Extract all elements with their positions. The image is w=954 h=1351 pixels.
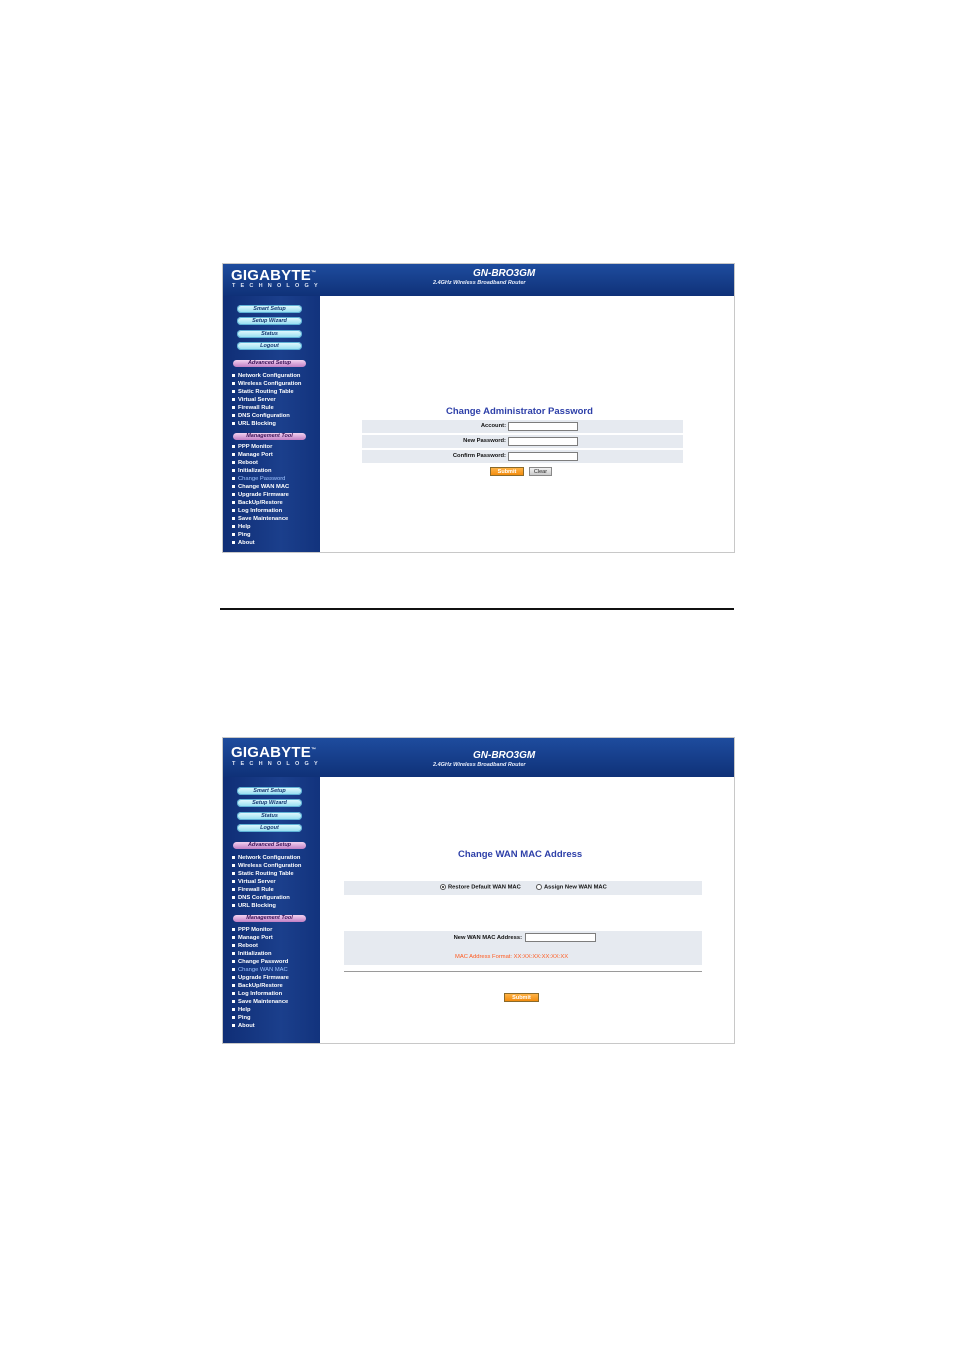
setup-wizard-button[interactable]: Setup Wizard <box>237 799 302 807</box>
sidebar-item-change-password[interactable]: Change Password <box>232 958 288 966</box>
sidebar-item-static-routing-table[interactable]: Static Routing Table <box>232 870 294 878</box>
sidebar-item-help[interactable]: Help <box>232 523 251 531</box>
sidebar-item-help[interactable]: Help <box>232 1006 251 1014</box>
mac-format-hint: MAC Address Format: XX:XX:XX:XX:XX:XX <box>455 954 569 960</box>
page-title: Change WAN MAC Address <box>458 849 583 860</box>
sidebar-item-network-configuration[interactable]: Network Configuration <box>232 372 300 380</box>
assign-new-radio[interactable]: Assign New WAN MAC <box>536 884 607 891</box>
radio-unselected-icon <box>536 884 542 890</box>
clear-button[interactable]: Clear <box>529 467 552 476</box>
sidebar-item-change-password[interactable]: Change Password <box>232 475 285 483</box>
header-banner: GIGABYTE™ TECHNOLOGY GN-BRO3GM 2.4GHz Wi… <box>223 264 734 296</box>
router-window-change-password: GIGABYTE™ TECHNOLOGY GN-BRO3GM 2.4GHz Wi… <box>222 263 735 553</box>
sidebar-item-url-blocking[interactable]: URL Blocking <box>232 420 276 428</box>
router-window-change-wan-mac: GIGABYTE™ TECHNOLOGY GN-BRO3GM 2.4GHz Wi… <box>222 737 735 1044</box>
sidebar-item-dns-configuration[interactable]: DNS Configuration <box>232 894 290 902</box>
sidebar-item-ppp-monitor[interactable]: PPP Monitor <box>232 443 272 451</box>
logo-subtitle: TECHNOLOGY <box>232 761 323 767</box>
logout-button[interactable]: Logout <box>237 824 302 832</box>
submit-button[interactable]: Submit <box>504 993 539 1002</box>
mac-address-input[interactable] <box>525 933 596 942</box>
sidebar-item-about[interactable]: About <box>232 1022 255 1030</box>
sidebar-item-firewall-rule[interactable]: Firewall Rule <box>232 886 274 894</box>
main-content: Change WAN MAC Address Restore Default W… <box>320 777 734 1043</box>
account-label: Account: <box>480 423 506 429</box>
confirm-password-input[interactable] <box>508 452 578 461</box>
sidebar-item-dns-configuration[interactable]: DNS Configuration <box>232 412 290 420</box>
sidebar-item-log-information[interactable]: Log Information <box>232 990 282 998</box>
sidebar-item-save-maintenance[interactable]: Save Maintenance <box>232 998 288 1006</box>
smart-setup-button[interactable]: Smart Setup <box>237 305 302 313</box>
sidebar-item-change-wan-mac[interactable]: Change WAN MAC <box>232 483 289 491</box>
submit-button[interactable]: Submit <box>490 467 524 476</box>
logout-button[interactable]: Logout <box>237 342 302 350</box>
management-tool-header: Management Tool <box>233 915 306 922</box>
mac-address-label: New WAN MAC Address: <box>453 935 522 941</box>
sidebar-item-wireless-configuration[interactable]: Wireless Configuration <box>232 380 301 388</box>
logo-subtitle: TECHNOLOGY <box>232 283 323 289</box>
account-input[interactable] <box>508 422 578 431</box>
header-banner: GIGABYTE™ TECHNOLOGY GN-BRO3GM 2.4GHz Wi… <box>223 738 734 777</box>
setup-wizard-button[interactable]: Setup Wizard <box>237 317 302 325</box>
confirm-password-label: Confirm Password: <box>452 453 506 459</box>
sidebar-item-manage-port[interactable]: Manage Port <box>232 451 273 459</box>
main-content: Change Administrator Password Account: N… <box>320 296 734 552</box>
model-description: 2.4GHz Wireless Broadband Router <box>433 280 526 286</box>
sidebar-item-upgrade-firmware[interactable]: Upgrade Firmware <box>232 974 289 982</box>
sidebar-item-save-maintenance[interactable]: Save Maintenance <box>232 515 288 523</box>
sidebar-item-about[interactable]: About <box>232 539 255 547</box>
management-tool-header: Management Tool <box>233 433 306 440</box>
sidebar-item-ping[interactable]: Ping <box>232 1014 251 1022</box>
sidebar-item-backup-restore[interactable]: BackUp/Restore <box>232 982 283 990</box>
status-button[interactable]: Status <box>237 812 302 820</box>
gigabyte-logo: GIGABYTE™ <box>231 267 317 284</box>
sidebar-item-manage-port[interactable]: Manage Port <box>232 934 273 942</box>
page-title: Change Administrator Password <box>446 406 593 417</box>
smart-setup-button[interactable]: Smart Setup <box>237 787 302 795</box>
sidebar-item-upgrade-firmware[interactable]: Upgrade Firmware <box>232 491 289 499</box>
sidebar-item-ping[interactable]: Ping <box>232 531 251 539</box>
sidebar-item-reboot[interactable]: Reboot <box>232 459 258 467</box>
sidebar-item-static-routing-table[interactable]: Static Routing Table <box>232 388 294 396</box>
sidebar-item-initialization[interactable]: Initialization <box>232 467 272 475</box>
sidebar-item-network-configuration[interactable]: Network Configuration <box>232 854 300 862</box>
gigabyte-logo: GIGABYTE™ <box>231 744 317 761</box>
mac-option-row <box>344 881 702 895</box>
advanced-setup-header: Advanced Setup <box>233 842 306 849</box>
model-name: GN-BRO3GM <box>473 268 536 279</box>
sidebar-item-backup-restore[interactable]: BackUp/Restore <box>232 499 283 507</box>
sidebar-item-ppp-monitor[interactable]: PPP Monitor <box>232 926 272 934</box>
divider <box>344 971 702 972</box>
section-divider <box>220 608 734 610</box>
sidebar-item-firewall-rule[interactable]: Firewall Rule <box>232 404 274 412</box>
radio-selected-icon <box>440 884 446 890</box>
sidebar: Smart Setup Setup Wizard Status Logout A… <box>223 777 320 1043</box>
new-password-label: New Password: <box>463 438 506 444</box>
model-name: GN-BRO3GM <box>473 750 536 761</box>
sidebar-item-log-information[interactable]: Log Information <box>232 507 282 515</box>
status-button[interactable]: Status <box>237 330 302 338</box>
restore-default-radio[interactable]: Restore Default WAN MAC <box>440 884 521 891</box>
sidebar-item-virtual-server[interactable]: Virtual Server <box>232 396 276 404</box>
new-password-input[interactable] <box>508 437 578 446</box>
sidebar-item-virtual-server[interactable]: Virtual Server <box>232 878 276 886</box>
sidebar-item-change-wan-mac[interactable]: Change WAN MAC <box>232 966 288 974</box>
sidebar-item-initialization[interactable]: Initialization <box>232 950 272 958</box>
sidebar: Smart Setup Setup Wizard Status Logout A… <box>223 296 320 552</box>
sidebar-item-wireless-configuration[interactable]: Wireless Configuration <box>232 862 301 870</box>
model-description: 2.4GHz Wireless Broadband Router <box>433 762 526 768</box>
sidebar-item-reboot[interactable]: Reboot <box>232 942 258 950</box>
sidebar-item-url-blocking[interactable]: URL Blocking <box>232 902 276 910</box>
advanced-setup-header: Advanced Setup <box>233 360 306 367</box>
